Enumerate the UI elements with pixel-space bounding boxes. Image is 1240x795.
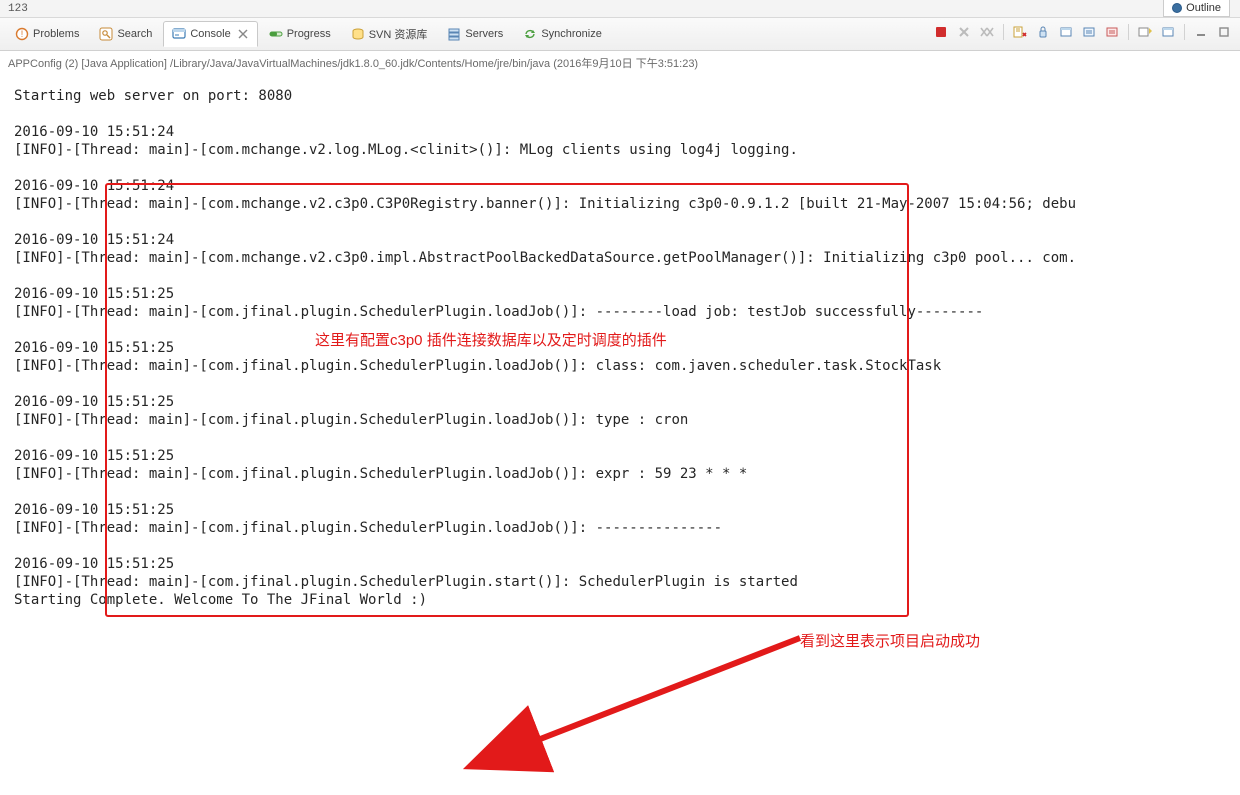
- outline-view-tab[interactable]: Outline: [1163, 0, 1230, 17]
- sync-icon: [523, 27, 537, 41]
- console-toolbar: [931, 22, 1234, 42]
- separator: [1184, 24, 1185, 40]
- annotation-arrow: [500, 628, 820, 758]
- tab-svn[interactable]: SVN 资源库: [342, 21, 437, 47]
- tab-progress-label: Progress: [287, 28, 331, 40]
- show-when-stderr-button[interactable]: [1102, 22, 1122, 42]
- svg-text:!: !: [21, 29, 24, 39]
- display-selected-console-button[interactable]: [1158, 22, 1178, 42]
- separator: [1003, 24, 1004, 40]
- tab-console[interactable]: Console: [163, 21, 257, 47]
- svn-icon: [351, 27, 365, 41]
- tab-progress[interactable]: Progress: [260, 21, 340, 47]
- servers-icon: [447, 27, 461, 41]
- tab-servers-label: Servers: [465, 28, 503, 40]
- launch-description: APPConfig (2) [Java Application] /Librar…: [0, 51, 1240, 73]
- remove-launch-button[interactable]: [954, 22, 974, 42]
- terminate-button[interactable]: [931, 22, 951, 42]
- show-when-stdout-button[interactable]: [1079, 22, 1099, 42]
- pin-console-button[interactable]: [1056, 22, 1076, 42]
- tab-console-label: Console: [190, 28, 230, 40]
- editor-top-strip: 123: [0, 0, 1240, 18]
- close-icon[interactable]: [237, 28, 249, 40]
- tab-servers[interactable]: Servers: [438, 21, 512, 47]
- scroll-lock-button[interactable]: [1033, 22, 1053, 42]
- maximize-button[interactable]: [1214, 22, 1234, 42]
- outline-icon: [1172, 3, 1182, 13]
- outline-label: Outline: [1186, 2, 1221, 14]
- remove-all-button[interactable]: [977, 22, 997, 42]
- tab-svn-label: SVN 资源库: [369, 26, 428, 42]
- tab-synchronize-label: Synchronize: [541, 28, 602, 40]
- tab-problems-label: Problems: [33, 28, 79, 40]
- problems-icon: !: [15, 27, 29, 41]
- annotation-text-1: 这里有配置c3p0 插件连接数据库以及定时调度的插件: [315, 329, 667, 350]
- separator: [1128, 24, 1129, 40]
- minimize-button[interactable]: [1191, 22, 1211, 42]
- console-icon: [172, 27, 186, 41]
- editor-top-text: 123: [8, 3, 28, 15]
- search-icon: [99, 27, 113, 41]
- tab-problems[interactable]: ! Problems: [6, 21, 88, 47]
- views-tabbar: ! Problems Search Console Progress SVN 资…: [0, 18, 1240, 51]
- tab-synchronize[interactable]: Synchronize: [514, 21, 611, 47]
- annotation-box: [105, 183, 909, 617]
- clear-console-button[interactable]: [1010, 22, 1030, 42]
- annotation-text-2: 看到这里表示项目启动成功: [800, 630, 980, 651]
- tab-search-label: Search: [117, 28, 152, 40]
- open-console-button[interactable]: [1135, 22, 1155, 42]
- tab-search[interactable]: Search: [90, 21, 161, 47]
- progress-icon: [269, 27, 283, 41]
- console-output[interactable]: Starting web server on port: 8080 2016-0…: [0, 73, 1240, 795]
